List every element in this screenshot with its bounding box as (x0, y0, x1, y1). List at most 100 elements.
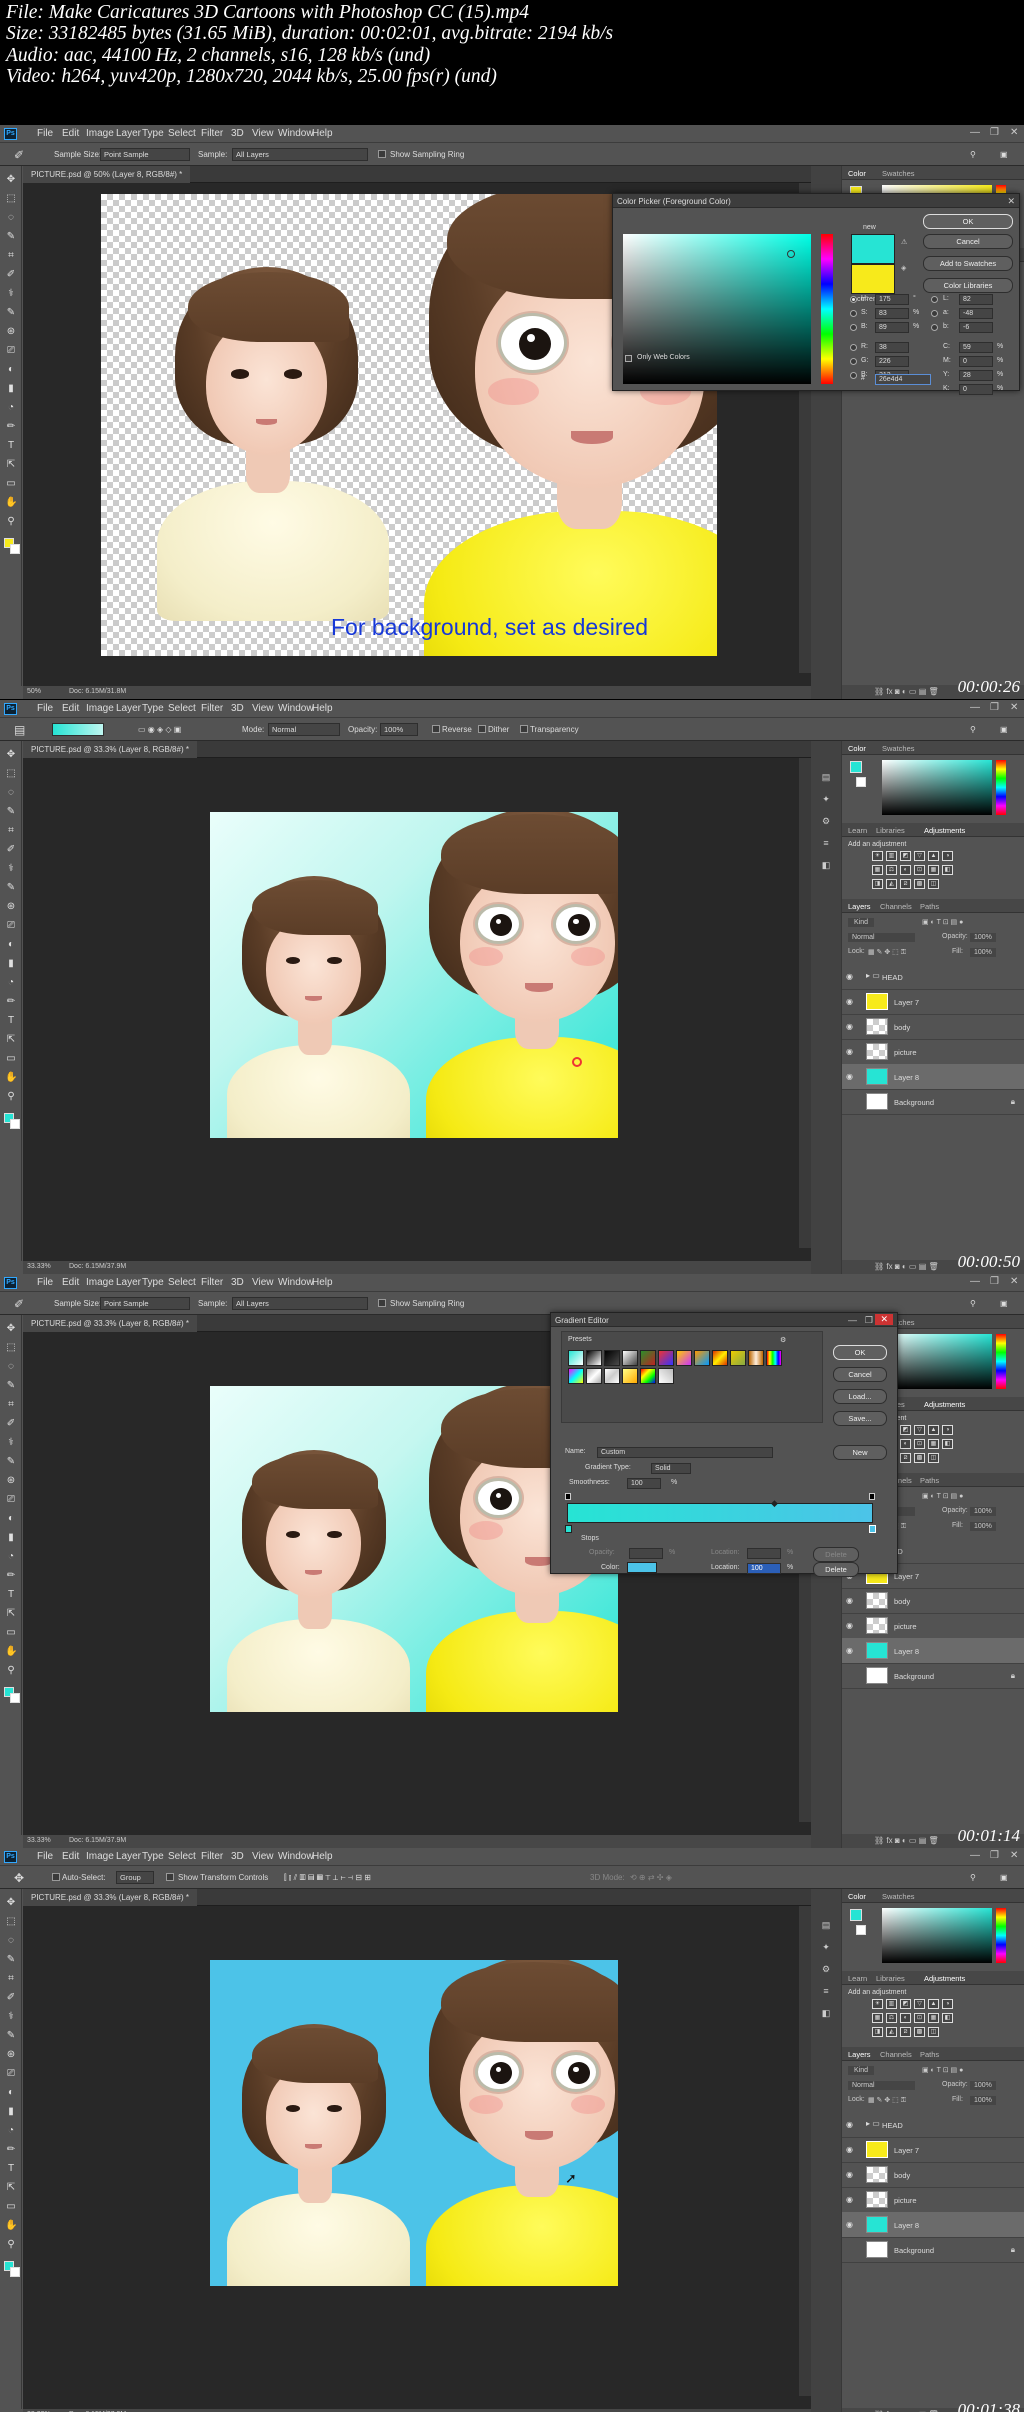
adjustment-icon[interactable]: ◭ (886, 2027, 897, 2037)
menu-filter[interactable]: Filter (201, 1277, 223, 1288)
panel-strip-icon[interactable]: ⚙ (820, 1963, 832, 1975)
visibility-eye-icon[interactable]: ◉ (846, 1646, 853, 1655)
document-tab[interactable]: PICTURE.psd @ 33.3% (Layer 8, RGB/8#) * (23, 741, 197, 758)
footer-icons[interactable]: ⛓ fx ◙ ◐ ▭ ▤ 🗑︎ (874, 1262, 939, 1271)
tab-channels[interactable]: Channels (880, 2050, 912, 2059)
footer-icons[interactable]: ⛓ fx ◙ ◐ ▭ ▤ 🗑︎ (874, 687, 939, 696)
vertical-scrollbar[interactable] (799, 1906, 811, 2396)
layer-row-body[interactable]: ◉ body (842, 1014, 1024, 1040)
adjustment-icon[interactable]: ◩ (900, 1425, 911, 1435)
tool-icon[interactable]: ⊛ (5, 901, 17, 912)
dialog-restore-icon[interactable]: ❐ (865, 1315, 873, 1326)
tool-icon[interactable]: ⇱ (5, 1608, 17, 1619)
gradient-type-select[interactable]: Solid (651, 1463, 691, 1474)
adjustment-icon[interactable]: ◧ (942, 1439, 953, 1449)
color-mode-radio[interactable] (850, 324, 857, 331)
stop-location-input-1[interactable] (747, 1548, 781, 1559)
tool-icon[interactable]: ✋ (5, 497, 17, 508)
menu-layer[interactable]: Layer (116, 1851, 141, 1862)
adjustment-icon[interactable]: ◐ (900, 865, 911, 875)
adjustment-icon[interactable]: ▦ (928, 865, 939, 875)
tool-icon[interactable]: ⚕ (5, 1437, 17, 1448)
gradient-preset[interactable] (658, 1350, 674, 1366)
menu-help[interactable]: Help (312, 1851, 333, 1862)
adjustment-icon[interactable]: ▦ (872, 2013, 883, 2023)
dialog-close-icon[interactable]: ✕ (875, 1314, 893, 1325)
gradient-preset[interactable] (748, 1350, 764, 1366)
adjustment-icon[interactable]: ◐ (900, 2013, 911, 2023)
gradient-preset[interactable] (568, 1368, 584, 1384)
search-icon[interactable]: ⚲ (970, 725, 976, 734)
mode-select[interactable]: Normal (268, 723, 340, 736)
visibility-eye-icon[interactable]: ◉ (846, 2145, 853, 2154)
adjustment-icon[interactable]: ◑ (942, 851, 953, 861)
opacity-value[interactable]: 100% (970, 2081, 996, 2090)
tool-icon[interactable]: ⚲ (5, 2239, 17, 2250)
layer-row-picture[interactable]: ◉ picture (842, 2187, 1024, 2213)
midpoint-diamond[interactable]: ◆ (771, 1498, 778, 1509)
only-web-colors-checkbox[interactable] (625, 355, 632, 362)
gradient-preset[interactable] (676, 1350, 692, 1366)
adjustment-icon[interactable]: ◫ (928, 2027, 939, 2037)
presets-gear-icon[interactable]: ⚙ (780, 1336, 786, 1344)
layer-row-picture[interactable]: ◉ picture (842, 1613, 1024, 1639)
gradient-preset[interactable] (658, 1368, 674, 1384)
tool-icon[interactable]: ⌗ (5, 825, 17, 836)
tool-icon[interactable]: ◔ (5, 977, 17, 988)
color-mode-radio[interactable] (850, 310, 857, 317)
panel-strip-icon[interactable]: ▤ (820, 771, 832, 783)
group-select[interactable]: Group (116, 1871, 154, 1884)
menu-window[interactable]: Window (278, 1851, 314, 1862)
background-color[interactable] (10, 1119, 20, 1129)
color-swatches[interactable] (4, 538, 20, 554)
hue-strip[interactable] (996, 1334, 1006, 1389)
new-button[interactable]: New (833, 1445, 887, 1460)
color-mode-radio[interactable] (850, 372, 857, 379)
align-icons[interactable]: ⫿ ⫾ ⫽ ▥ ▤ ▦ ⊤ ⊥ ⊢ ⊣ ⊟ ⊞ (284, 1873, 371, 1883)
layer-row-picture[interactable]: ◉ picture (842, 1039, 1024, 1065)
kind-label[interactable]: Kind (848, 918, 875, 927)
tool-icon[interactable]: ◐ (5, 2087, 17, 2098)
tool-icon[interactable]: ◌ (5, 787, 17, 798)
tool-icon[interactable]: ⬚ (5, 768, 17, 779)
tool-icon[interactable]: ✎ (5, 231, 17, 242)
tool-icon[interactable]: ✎ (5, 1380, 17, 1391)
tool-icon[interactable]: ◐ (5, 1513, 17, 1524)
menu-view[interactable]: View (252, 1851, 274, 1862)
restore-icon[interactable]: ❐ (990, 702, 999, 713)
tool-icon[interactable]: ✥ (5, 1323, 17, 1334)
adjustment-icon[interactable]: ▩ (914, 1453, 925, 1463)
close-icon[interactable]: ✕ (1010, 1276, 1018, 1287)
layer-row-body[interactable]: ◉ body (842, 2162, 1024, 2188)
tool-icon[interactable]: ⎚ (5, 345, 17, 356)
menu-type[interactable]: Type (142, 703, 164, 714)
close-icon[interactable]: ✕ (1010, 1850, 1018, 1861)
field-input[interactable]: 83 (875, 308, 909, 319)
layer-row-background[interactable]: Background 🔒︎ (842, 2237, 1024, 2263)
tool-icon[interactable]: ✎ (5, 1954, 17, 1965)
lab-radio[interactable] (931, 324, 938, 331)
menu-type[interactable]: Type (142, 128, 164, 139)
tool-icon[interactable]: T (5, 2163, 17, 2174)
menu-3d[interactable]: 3D (231, 703, 244, 714)
tab-learn[interactable]: Learn (848, 1974, 867, 1983)
search-icon[interactable]: ⚲ (970, 150, 976, 159)
gradient-preset[interactable] (622, 1350, 638, 1366)
color-mode-radio[interactable] (850, 344, 857, 351)
tab-paths[interactable]: Paths (920, 2050, 939, 2059)
color-field[interactable] (882, 1334, 992, 1389)
adjustment-icon[interactable]: ▲ (928, 1999, 939, 2009)
color-stop-right[interactable] (869, 1525, 876, 1533)
minimize-icon[interactable]: — (970, 702, 980, 713)
opacity-stop-left[interactable] (565, 1493, 571, 1500)
tool-icon[interactable]: ▮ (5, 1532, 17, 1543)
tool-icon[interactable]: ▭ (5, 1627, 17, 1638)
gradient-preset[interactable] (640, 1350, 656, 1366)
gradient-preset[interactable] (604, 1350, 620, 1366)
menu-image[interactable]: Image (86, 1277, 114, 1288)
adjustment-icon[interactable]: ▥ (886, 851, 897, 861)
menu-3d[interactable]: 3D (231, 1851, 244, 1862)
adjustment-icon[interactable]: ▩ (914, 2027, 925, 2037)
menu-file[interactable]: File (37, 128, 53, 139)
menu-help[interactable]: Help (312, 128, 333, 139)
